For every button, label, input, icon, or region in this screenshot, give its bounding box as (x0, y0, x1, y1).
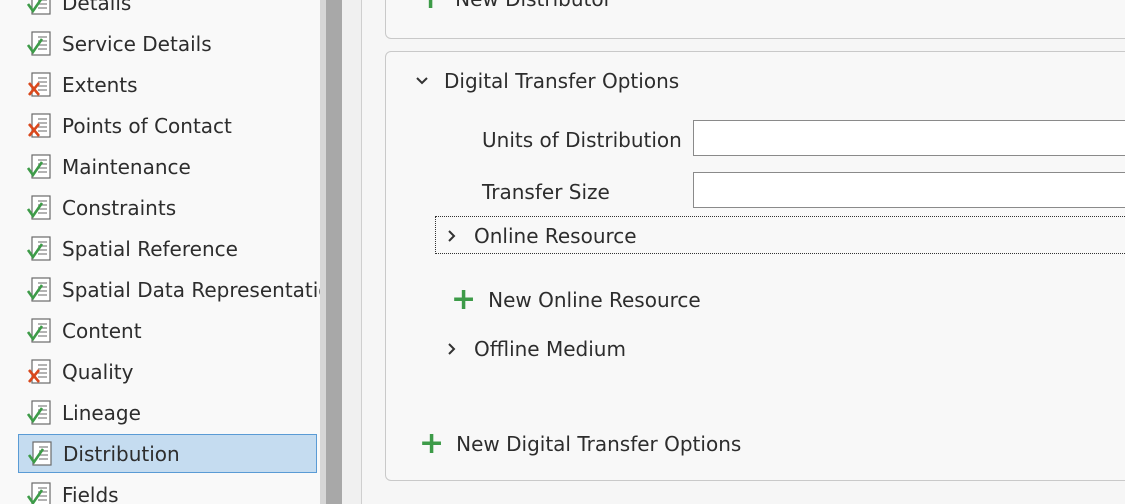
sidebar-item-constraints[interactable]: Constraints (18, 188, 317, 227)
chevron-right-icon (448, 230, 456, 242)
invalid-page-icon (26, 71, 54, 99)
sidebar-item-label: Service Details (62, 31, 212, 56)
sidebar-item-spatial-data-representation[interactable]: Spatial Data Representation (18, 270, 320, 309)
sidebar-item-label: Distribution (63, 441, 180, 466)
chevron-right-icon (448, 343, 456, 355)
splitter-gap (342, 0, 362, 504)
offline-medium-expander[interactable]: Offline Medium (444, 337, 626, 361)
sidebar-item-maintenance[interactable]: Maintenance (18, 147, 317, 186)
sidebar-item-distribution[interactable]: Distribution (18, 434, 317, 473)
offline-medium-label: Offline Medium (474, 337, 626, 361)
valid-page-icon (26, 317, 54, 345)
sidebar-item-label: Quality (62, 359, 134, 384)
sidebar-item-quality[interactable]: Quality (18, 352, 317, 391)
new-digital-transfer-button[interactable]: + New Digital Transfer Options (419, 426, 742, 461)
online-resource-label: Online Resource (474, 224, 637, 248)
invalid-page-icon (26, 112, 54, 140)
units-of-distribution-label: Units of Distribution (482, 128, 682, 152)
sidebar-item-points-of-contact[interactable]: Points of Contact (18, 106, 317, 145)
sidebar-item-service-details[interactable]: Service Details (18, 24, 317, 63)
sidebar-item-label: Lineage (62, 400, 141, 425)
valid-page-icon (26, 0, 54, 17)
valid-page-icon (26, 194, 54, 222)
valid-page-icon (26, 276, 54, 304)
sidebar-item-label: Points of Contact (62, 113, 232, 138)
sidebar-item-details[interactable]: Details (18, 0, 317, 22)
new-distributor-label: New Distributor (455, 0, 612, 11)
valid-page-icon (26, 30, 54, 58)
plus-icon: + (419, 426, 445, 461)
sidebar-item-label: Extents (62, 72, 138, 97)
valid-page-icon (26, 235, 54, 263)
units-of-distribution-input[interactable] (693, 120, 1125, 156)
digital-transfer-title: Digital Transfer Options (444, 69, 680, 93)
valid-page-icon (26, 481, 54, 504)
distributor-panel: + New Distributor (385, 0, 1125, 39)
invalid-page-icon (26, 358, 54, 386)
sidebar-item-label: Fields (62, 482, 119, 504)
valid-page-icon (26, 399, 54, 427)
transfer-size-input[interactable] (693, 172, 1125, 208)
sidebar-item-label: Spatial Reference (62, 236, 238, 261)
sidebar-item-label: Constraints (62, 195, 177, 220)
online-resource-expander[interactable]: Online Resource (444, 224, 637, 248)
new-online-resource-button[interactable]: + New Online Resource (451, 282, 701, 317)
sidebar-item-label: Maintenance (62, 154, 191, 179)
chevron-down-icon (416, 77, 428, 85)
sidebar-item-label: Content (62, 318, 142, 343)
sidebar-item-content[interactable]: Content (18, 311, 317, 350)
plus-icon: + (451, 282, 477, 317)
digital-transfer-header[interactable]: Digital Transfer Options (414, 69, 679, 93)
sidebar-item-label: Details (62, 0, 132, 15)
valid-page-icon (27, 440, 55, 468)
transfer-size-label: Transfer Size (482, 180, 610, 204)
sidebar-item-lineage[interactable]: Lineage (18, 393, 317, 432)
new-distributor-button[interactable]: + New Distributor (418, 0, 612, 14)
valid-page-icon (26, 153, 54, 181)
new-online-resource-label: New Online Resource (488, 288, 701, 312)
distribution-editor: + New Distributor Digital Transfer Optio… (362, 0, 1125, 504)
sidebar-item-extents[interactable]: Extents (18, 65, 317, 104)
digital-transfer-panel: Digital Transfer Options Units of Distri… (385, 51, 1125, 481)
pane-splitter[interactable] (326, 0, 342, 504)
new-digital-transfer-label: New Digital Transfer Options (456, 432, 742, 456)
metadata-sidebar: Details Service Details Extents Points of C… (0, 0, 320, 504)
sidebar-item-fields[interactable]: Fields (18, 475, 317, 504)
plus-icon: + (418, 0, 443, 14)
sidebar-item-spatial-reference[interactable]: Spatial Reference (18, 229, 317, 268)
sidebar-item-label: Spatial Data Representation (62, 277, 320, 302)
